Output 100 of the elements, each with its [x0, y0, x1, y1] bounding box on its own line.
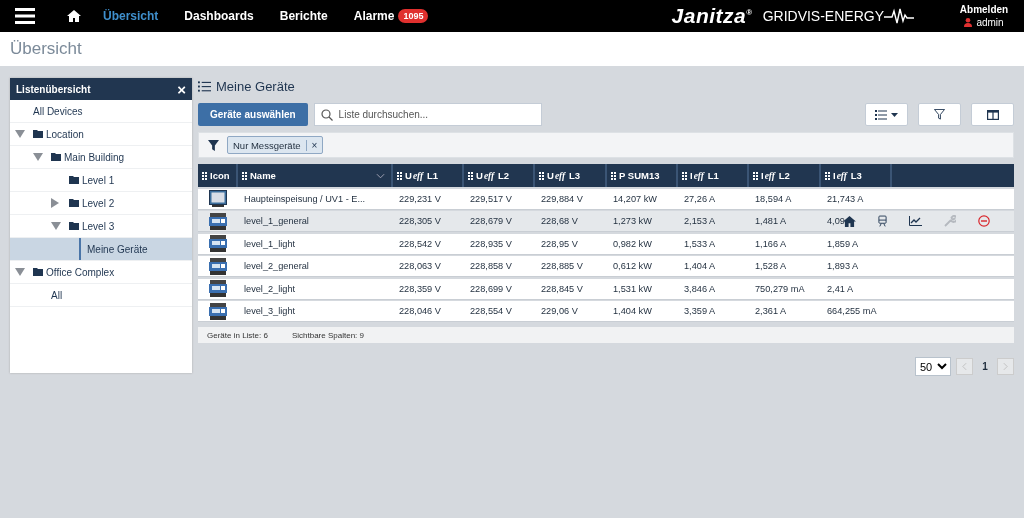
column-header[interactable]: Ueff L2 — [476, 170, 509, 181]
select-devices-button[interactable]: Geräte auswählen — [198, 103, 308, 126]
table-cell: 2,41 A — [827, 283, 854, 294]
nav-tab[interactable]: Alarme 1095 — [353, 9, 429, 23]
column-header[interactable]: Ueff L3 — [547, 170, 580, 181]
drag-handle-icon[interactable] — [539, 171, 544, 180]
meter-module-icon — [209, 235, 227, 252]
table-row[interactable]: level_3_light 228,046 V 228,554 V 229,06 V 1,404 kW 3,359 A 2,361 A 664,255 mA — [198, 301, 1014, 322]
tree-item[interactable]: Location — [10, 123, 192, 146]
nav-tab[interactable]: Berichte — [279, 9, 328, 23]
folder-icon — [33, 130, 43, 138]
home-icon[interactable] — [67, 10, 81, 22]
line-chart-icon[interactable] — [909, 216, 922, 226]
train-icon[interactable] — [878, 215, 887, 227]
tree-item[interactable]: Level 1 — [10, 169, 192, 192]
drag-handle-icon[interactable] — [468, 171, 473, 180]
drag-handle-icon[interactable] — [397, 171, 402, 180]
table-cell: 1,859 A — [827, 238, 859, 249]
table-cell: 228,885 V — [541, 261, 583, 271]
table-cell: 27,26 A — [684, 193, 716, 204]
table-row[interactable]: level_2_light 228,359 V 228,699 V 228,845 V 1,531 kW 3,846 A 750,279 mA 2,41 A — [198, 278, 1014, 300]
chevron-down-icon[interactable] — [376, 172, 385, 179]
table-cell: 0,982 kW — [613, 238, 652, 249]
remove-filter-button[interactable]: × — [306, 139, 323, 151]
columns-button[interactable] — [971, 103, 1014, 126]
tree-item[interactable]: All Devices — [10, 100, 192, 123]
folder-icon — [69, 176, 79, 184]
column-header[interactable]: Ueff L1 — [405, 170, 438, 181]
meter-module-icon — [209, 257, 227, 275]
table-row[interactable]: level_2_general 228,063 V 228,858 V 228,885 V 0,612 kW 1,404 A 1,528 A 1,893 A — [198, 256, 1014, 277]
table-cell: 228,679 V — [470, 216, 512, 226]
table-cell: 750,279 mA — [755, 283, 805, 294]
filter-button[interactable] — [918, 103, 961, 126]
table-cell: level_2_general — [244, 261, 309, 271]
tree-item[interactable]: Level 2 — [10, 192, 192, 215]
meter-module-icon — [209, 302, 227, 320]
caret-down-icon[interactable] — [33, 153, 43, 161]
menu-icon[interactable] — [15, 8, 35, 24]
logout-link[interactable]: Abmelden — [959, 4, 1009, 15]
filter-icon — [934, 109, 945, 120]
table-cell: 1,404 A — [684, 261, 716, 271]
caret-down-icon[interactable] — [51, 222, 61, 230]
drag-handle-icon[interactable] — [825, 171, 830, 180]
page-number[interactable]: 1 — [978, 361, 992, 372]
table-cell: 3,359 A — [684, 306, 716, 316]
table-cell: 664,255 mA — [827, 306, 877, 316]
table-cell: level_3_light — [244, 306, 296, 316]
page-title: Übersicht — [10, 39, 82, 59]
chevron-right-icon — [1003, 362, 1008, 371]
table-cell: 229,231 V — [399, 193, 441, 204]
column-header[interactable]: I eff L2 — [761, 170, 790, 181]
table-cell: level_1_light — [244, 238, 296, 249]
table-cell: 228,305 V — [399, 216, 441, 226]
column-header[interactable]: Icon — [210, 170, 230, 181]
table-cell: 1,166 A — [755, 238, 787, 249]
nav-tab[interactable]: Übersicht — [103, 9, 159, 23]
brand-logo: Janitza$^{®}$ — [671, 4, 753, 28]
search-field[interactable]: Liste durchsuchen... — [313, 103, 542, 126]
home-icon[interactable] — [843, 215, 856, 227]
drag-handle-icon[interactable] — [202, 171, 207, 180]
remove-icon[interactable] — [978, 215, 990, 227]
drag-handle-icon[interactable] — [242, 171, 247, 180]
tree-item[interactable]: Office Complex — [10, 261, 192, 284]
table-row[interactable]: level_1_general 228,305 V 228,679 V 228,68 V 1,273 kW 2,153 A 1,481 A 4,09 — [198, 211, 1014, 232]
caret-right-icon[interactable] — [51, 198, 59, 208]
table-cell: 3,846 A — [684, 283, 716, 294]
page-size-select[interactable]: 50 — [915, 357, 951, 376]
list-icon — [198, 80, 211, 92]
close-button[interactable]: × — [177, 81, 186, 97]
table-row[interactable]: level_1_light 228,542 V 228,935 V 228,95 V 0,982 kW 1,533 A 1,166 A 1,859 A — [198, 233, 1014, 255]
column-header[interactable]: Name — [250, 170, 276, 181]
table-cell: 228,554 V — [470, 306, 512, 316]
list-title: Meine Geräte — [216, 78, 295, 94]
table-cell: 228,699 V — [470, 283, 512, 294]
status-text: Geräte in Liste: 6 — [207, 330, 268, 340]
table-row[interactable]: Haupteinspeisung / UV1 - E... 229,231 V 229,517 V 229,884 V 14,207 kW 27,26 A 18,594 A 21,743 A — [198, 188, 1014, 210]
table-cell: 228,935 V — [470, 238, 512, 249]
nav-tab[interactable]: Dashboards — [184, 9, 254, 23]
drag-handle-icon[interactable] — [682, 171, 687, 180]
caret-down-icon[interactable] — [15, 268, 25, 276]
table-cell: 228,845 V — [541, 283, 583, 294]
table-cell: 1,273 kW — [613, 216, 652, 226]
columns-icon — [986, 109, 999, 120]
product-name: GRIDVIS-ENERGY — [762, 8, 884, 24]
drag-handle-icon[interactable] — [611, 171, 616, 180]
tree-item[interactable]: Main Building — [10, 146, 192, 169]
tree-item[interactable]: Meine Geräte — [10, 238, 192, 261]
waveform-icon — [884, 8, 914, 24]
table-cell: 1,481 A — [755, 216, 787, 226]
column-header[interactable]: P SUM13 — [619, 170, 660, 181]
view-options-button[interactable] — [865, 103, 908, 126]
caret-down-icon[interactable] — [15, 130, 25, 138]
column-header[interactable]: I eff L1 — [690, 170, 719, 181]
wrench-icon — [944, 215, 956, 227]
table-cell: 0,612 kW — [613, 261, 652, 271]
status-text: Sichtbare Spalten: 9 — [291, 330, 364, 340]
drag-handle-icon[interactable] — [753, 171, 758, 180]
column-header[interactable]: I eff L3 — [833, 170, 862, 181]
tree-item[interactable]: All — [10, 284, 192, 307]
folder-icon — [51, 153, 61, 161]
